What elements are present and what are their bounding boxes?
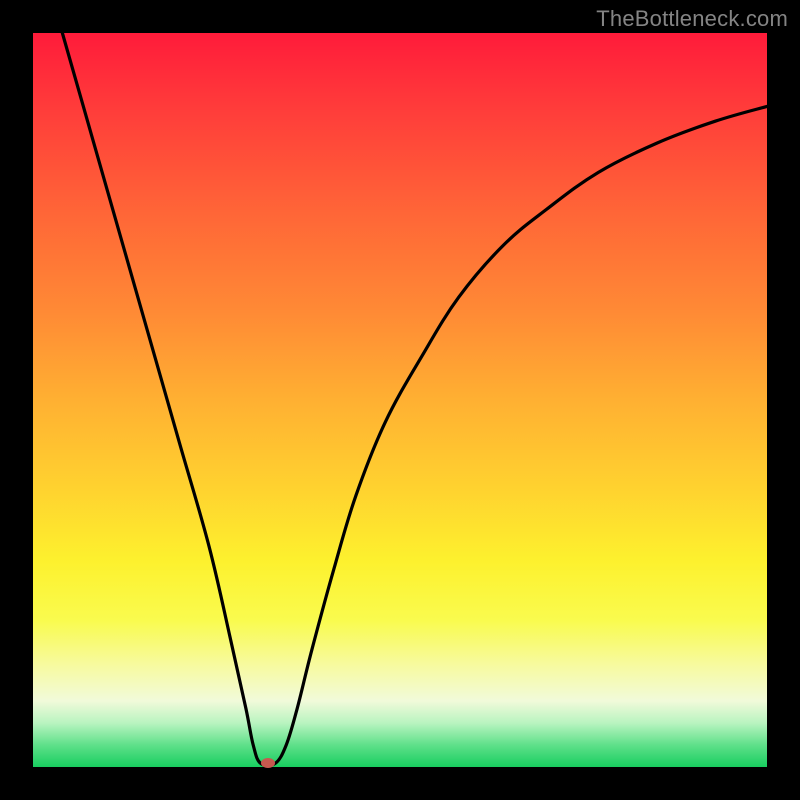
- min-marker: [261, 758, 275, 768]
- chart-frame: TheBottleneck.com: [0, 0, 800, 800]
- plot-area: [33, 33, 767, 767]
- watermark-text: TheBottleneck.com: [596, 6, 788, 32]
- curve-svg: [33, 33, 767, 767]
- chart-curve: [62, 33, 767, 766]
